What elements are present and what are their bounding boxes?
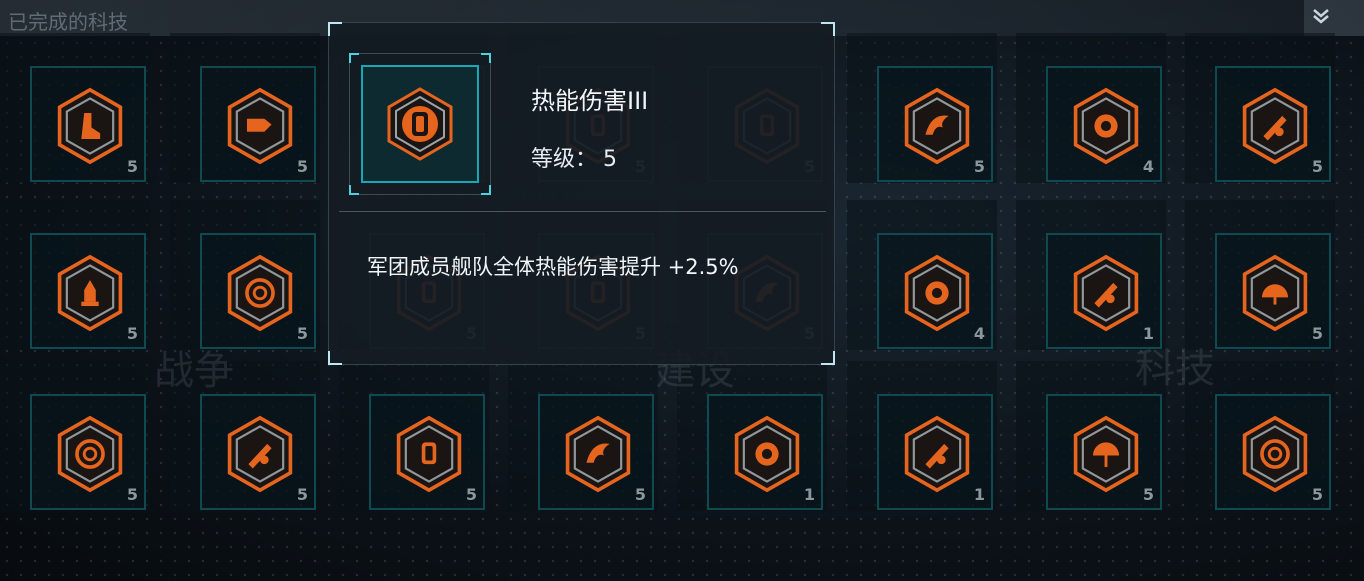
tech-cell-level: 4: [1142, 157, 1154, 176]
tech-cell[interactable]: 5: [170, 200, 320, 350]
tech-cell-frame: 5: [1046, 394, 1162, 510]
tech-cell-level: 5: [126, 485, 138, 504]
tech-cell[interactable]: 1: [1016, 200, 1166, 350]
missile-icon: [904, 415, 970, 493]
target-ring-icon: [1242, 415, 1308, 493]
tech-level: 等级： 5: [531, 141, 617, 173]
tech-name: 热能伤害III: [531, 87, 649, 115]
tech-icon-frame: [349, 53, 491, 195]
tech-cell[interactable]: 5: [339, 361, 489, 511]
thermal-damage-icon: [361, 65, 479, 183]
tech-cell[interactable]: 5: [508, 361, 658, 511]
tech-cell-frame: 5: [877, 66, 993, 182]
tech-cell-frame: 5: [200, 233, 316, 349]
tech-cell-frame: 5: [538, 394, 654, 510]
tech-cell-frame: 1: [1046, 233, 1162, 349]
tech-cell-frame: 5: [30, 66, 146, 182]
tech-cell-frame: 5: [1215, 66, 1331, 182]
tech-level-value: 5: [603, 147, 618, 172]
missile-icon: [1242, 87, 1308, 165]
tech-detail-popup: 热能伤害III 等级： 5 军团成员舰队全体热能伤害提升 +2.5%: [328, 22, 835, 365]
tech-cell[interactable]: 5: [1185, 33, 1335, 183]
popup-corner: [328, 22, 342, 36]
tech-cell-level: 5: [1311, 485, 1323, 504]
tech-cell[interactable]: 1: [847, 361, 997, 511]
tech-cell-frame: 1: [877, 394, 993, 510]
tech-description: 军团成员舰队全体热能伤害提升 +2.5%: [367, 255, 739, 279]
tech-cell-level: 5: [296, 157, 308, 176]
flame-claw-icon: [565, 415, 631, 493]
tech-cell-frame: 5: [369, 394, 485, 510]
watermark-tech: 科技: [1135, 346, 1215, 392]
tech-cell-level: 4: [973, 324, 985, 343]
popup-corner: [821, 351, 835, 365]
dome-icon: [1242, 254, 1308, 332]
fist-icon: [227, 87, 293, 165]
tech-cell-level: 5: [973, 157, 985, 176]
tech-cell-frame: 4: [1046, 66, 1162, 182]
tech-cell-level: 5: [296, 324, 308, 343]
tech-cell-level: 5: [296, 485, 308, 504]
target-ring-icon: [227, 254, 293, 332]
tech-cell-level: 5: [126, 324, 138, 343]
tech-cell-frame: 5: [1215, 233, 1331, 349]
popup-corner: [328, 351, 342, 365]
tech-cell-level: 5: [1311, 157, 1323, 176]
divider: [339, 211, 826, 212]
tech-cell-level: 5: [126, 157, 138, 176]
tech-cell-level: 5: [634, 485, 646, 504]
boot-icon: [57, 87, 123, 165]
popup-corner: [821, 22, 835, 36]
gear-swirl-icon: [904, 254, 970, 332]
gear-swirl-icon: [1073, 87, 1139, 165]
tech-level-label: 等级：: [531, 147, 598, 172]
tech-cell-frame: 5: [30, 233, 146, 349]
tech-cell-level: 5: [465, 485, 477, 504]
target-ring-icon: [57, 415, 123, 493]
rocket-icon: [57, 254, 123, 332]
watermark-war: 战争: [154, 348, 234, 394]
page-title: 已完成的科技: [8, 10, 128, 34]
gear-swirl-icon: [734, 415, 800, 493]
umbrella-icon: [1073, 415, 1139, 493]
tech-cell-frame: 5: [200, 394, 316, 510]
tech-cell[interactable]: 5: [170, 33, 320, 183]
tech-cell[interactable]: 4: [1016, 33, 1166, 183]
tech-cell-frame: 5: [30, 394, 146, 510]
tech-cell-frame: 5: [1215, 394, 1331, 510]
tech-cell[interactable]: 5: [0, 33, 150, 183]
tech-cell-level: 5: [1311, 324, 1323, 343]
tech-cell[interactable]: 5: [1185, 200, 1335, 350]
flame-claw-icon: [904, 87, 970, 165]
tech-cell-level: 1: [803, 485, 815, 504]
tech-cell[interactable]: 4: [847, 200, 997, 350]
tech-cell[interactable]: 5: [0, 361, 150, 511]
tech-cell[interactable]: 5: [0, 200, 150, 350]
chevron-down-icon[interactable]: [1312, 8, 1330, 28]
tech-cell-level: 5: [1142, 485, 1154, 504]
tech-cell-frame: 4: [877, 233, 993, 349]
tech-cell[interactable]: 5: [847, 33, 997, 183]
shield-icon: [396, 415, 462, 493]
missile-icon: [227, 415, 293, 493]
missile-icon: [1073, 254, 1139, 332]
tech-cell-frame: 1: [707, 394, 823, 510]
tech-cell-frame: 5: [200, 66, 316, 182]
tech-cell-level: 1: [973, 485, 985, 504]
